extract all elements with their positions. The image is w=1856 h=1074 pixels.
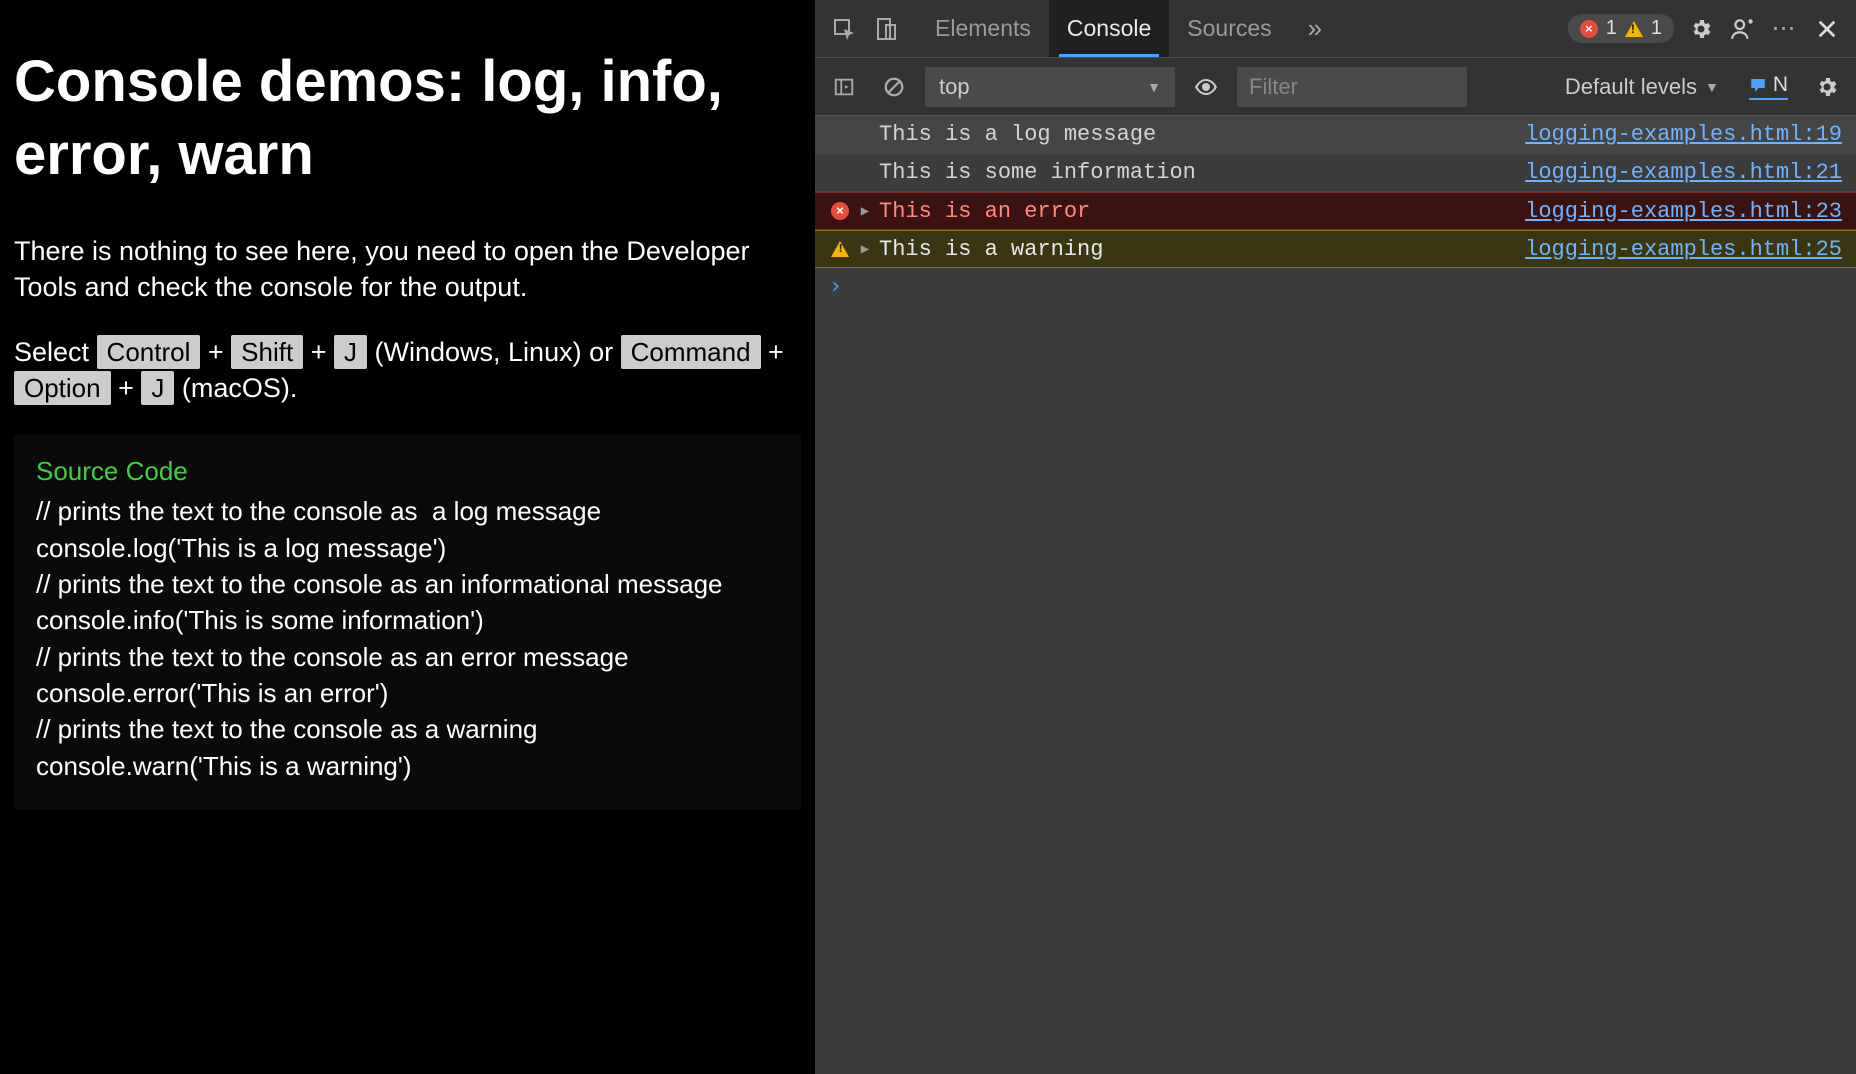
warning-icon	[825, 241, 855, 257]
page-title: Console demos: log, info, error, warn	[14, 46, 801, 191]
warn-message: This is a warning	[875, 237, 1525, 262]
console-row-log[interactable]: This is a log message logging-examples.h…	[815, 116, 1856, 154]
error-message: This is an error	[875, 199, 1525, 224]
text: (Windows, Linux) or	[375, 337, 621, 367]
levels-label: Default levels	[1565, 74, 1697, 100]
kbd-option: Option	[14, 371, 111, 405]
filter-input[interactable]	[1237, 67, 1467, 107]
text: (macOS).	[182, 373, 298, 403]
error-icon: ×	[1580, 20, 1598, 38]
expand-arrow-icon[interactable]: ▶	[855, 241, 875, 258]
issues-label: N	[1773, 73, 1788, 97]
error-icon: ×	[825, 202, 855, 220]
text: +	[118, 373, 141, 403]
devtools-tabbar: Elements Console Sources » × 1 1 ⋯	[815, 0, 1856, 58]
more-options-icon[interactable]: ⋯	[1764, 8, 1806, 50]
demo-page: Console demos: log, info, error, warn Th…	[0, 0, 815, 1074]
source-line: console.log('This is a log message')	[36, 530, 779, 566]
context-selector[interactable]: top ▼	[925, 67, 1175, 107]
console-toolbar: top ▼ Default levels ▼ N	[815, 58, 1856, 116]
console-row-error[interactable]: × ▶ This is an error logging-examples.ht…	[815, 192, 1856, 230]
text: +	[768, 337, 784, 367]
source-line: console.error('This is an error')	[36, 675, 779, 711]
kbd-command: Command	[621, 335, 761, 369]
console-output: This is a log message logging-examples.h…	[815, 116, 1856, 304]
clear-console-icon[interactable]	[875, 68, 913, 106]
console-row-info[interactable]: This is some information logging-example…	[815, 154, 1856, 192]
source-link[interactable]: logging-examples.html:23	[1525, 199, 1842, 224]
expand-arrow-icon[interactable]: ▶	[855, 203, 875, 220]
source-line: // prints the text to the console as an …	[36, 566, 779, 602]
log-levels-selector[interactable]: Default levels ▼	[1565, 74, 1719, 100]
chevron-down-icon: ▼	[1705, 79, 1719, 95]
source-code-box: Source Code // prints the text to the co…	[14, 435, 801, 811]
source-line: console.info('This is some information')	[36, 602, 779, 638]
tab-sources[interactable]: Sources	[1169, 0, 1289, 57]
source-line: // prints the text to the console as a w…	[36, 711, 779, 747]
inspect-element-icon[interactable]	[823, 8, 865, 50]
source-link[interactable]: logging-examples.html:21	[1525, 160, 1842, 185]
log-message: This is a log message	[875, 122, 1525, 147]
text: +	[311, 337, 334, 367]
source-line: // prints the text to the console as an …	[36, 639, 779, 675]
console-row-warn[interactable]: ▶ This is a warning logging-examples.htm…	[815, 230, 1856, 268]
toggle-sidebar-icon[interactable]	[825, 68, 863, 106]
warning-icon	[1625, 20, 1643, 38]
kbd-shift: Shift	[231, 335, 303, 369]
kbd-j-mac: J	[141, 371, 174, 405]
live-expression-icon[interactable]	[1187, 68, 1225, 106]
source-line: console.warn('This is a warning')	[36, 748, 779, 784]
text: +	[208, 337, 231, 367]
page-intro: There is nothing to see here, you need t…	[14, 233, 801, 306]
warning-count: 1	[1651, 17, 1662, 40]
settings-icon[interactable]	[1680, 8, 1722, 50]
error-count: 1	[1606, 17, 1617, 40]
console-prompt[interactable]: ›	[815, 268, 1856, 304]
device-toolbar-icon[interactable]	[865, 8, 907, 50]
tab-console[interactable]: Console	[1049, 0, 1169, 57]
source-code-heading: Source Code	[36, 453, 779, 489]
more-tabs-icon[interactable]: »	[1290, 0, 1340, 57]
tab-elements[interactable]: Elements	[917, 0, 1049, 57]
kbd-control: Control	[97, 335, 201, 369]
source-link[interactable]: logging-examples.html:19	[1525, 122, 1842, 147]
keyboard-instructions: Select Control + Shift + J (Windows, Lin…	[14, 334, 801, 407]
context-value: top	[939, 74, 970, 100]
account-icon[interactable]	[1722, 8, 1764, 50]
source-line: // prints the text to the console as a l…	[36, 493, 779, 529]
kbd-j: J	[334, 335, 367, 369]
prompt-caret-icon: ›	[829, 274, 842, 299]
text: Select	[14, 337, 97, 367]
devtools-panel: Elements Console Sources » × 1 1 ⋯	[815, 0, 1856, 1074]
chevron-down-icon: ▼	[1147, 79, 1161, 95]
close-devtools-icon[interactable]	[1806, 8, 1848, 50]
issues-icon	[1749, 76, 1767, 94]
source-link[interactable]: logging-examples.html:25	[1525, 237, 1842, 262]
info-message: This is some information	[875, 160, 1525, 185]
devtools-tabs: Elements Console Sources »	[917, 0, 1340, 57]
console-settings-icon[interactable]	[1808, 68, 1846, 106]
issues-button[interactable]: N	[1749, 73, 1788, 100]
error-warning-counter[interactable]: × 1 1	[1568, 14, 1674, 43]
